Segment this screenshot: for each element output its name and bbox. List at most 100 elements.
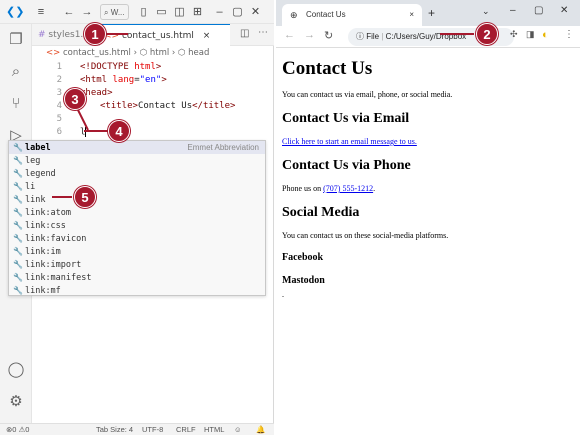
suggestion-item[interactable]: 🔧 leg: [9, 154, 265, 167]
forward-arrow-icon[interactable]: →: [78, 6, 96, 18]
breadcrumb-html[interactable]: html: [150, 48, 169, 58]
code-line-6[interactable]: l: [80, 127, 87, 138]
back-arrow-icon[interactable]: ←: [60, 6, 78, 18]
menu-icon[interactable]: ≡: [32, 6, 50, 18]
callout-3: 3: [64, 88, 86, 110]
vscode-logo-icon: ❮❯: [6, 6, 25, 18]
eol-indicator[interactable]: CRLF: [176, 425, 196, 434]
wrench-icon: 🔧: [13, 156, 23, 165]
breadcrumb: <> contact_us.html › ⬡ html › ⬡ head: [32, 46, 274, 60]
language-indicator[interactable]: HTML: [204, 425, 224, 434]
toggle-sidebar-icon[interactable]: ▯: [135, 5, 153, 18]
maximize-icon[interactable]: ▢: [534, 5, 543, 16]
search-icon: ⌕: [104, 7, 109, 17]
phone-heading: Contact Us via Phone: [282, 158, 411, 173]
code-line-4[interactable]: <title>Contact Us</title>: [100, 101, 235, 111]
suggestion-item[interactable]: 🔧 link:favicon: [9, 232, 265, 245]
chevron-right-icon: ›: [133, 48, 138, 58]
back-arrow-icon[interactable]: ←: [284, 29, 295, 41]
line-number: 4: [56, 101, 62, 111]
suggestion-item[interactable]: 🔧 link:atom: [9, 206, 265, 219]
command-search-label: W...: [110, 7, 125, 17]
tab-contact-us[interactable]: <> contact_us.html ×: [100, 24, 230, 46]
line-number: 3: [56, 88, 62, 98]
callout-4: 4: [108, 120, 130, 142]
encoding-indicator[interactable]: UTF-8: [142, 425, 163, 434]
close-window-icon[interactable]: ✕: [560, 5, 568, 16]
close-tab-icon[interactable]: ×: [409, 4, 414, 26]
settings-gear-icon[interactable]: ⚙: [6, 392, 26, 412]
vscode-titlebar: ❮❯ ≡ ← → ⌕ W... ▯ ▭ ◫ ⊞ – ▢ ✕: [0, 0, 274, 24]
suggestion-item[interactable]: 🔧 link:manifest: [9, 271, 265, 284]
browser-tab[interactable]: ⊕ Contact Us ×: [282, 4, 422, 26]
close-tab-icon[interactable]: ×: [203, 31, 211, 41]
source-control-icon[interactable]: ⑂: [6, 94, 26, 114]
toggle-panel-icon[interactable]: ▭: [153, 5, 171, 18]
mastodon-heading: Mastodon: [282, 275, 325, 286]
problems-indicator[interactable]: ⊗0 ⚠0: [6, 425, 29, 434]
element-icon: ⬡: [178, 48, 186, 58]
browser-window: ⊕ Contact Us × + ⌄ – ▢ ✕ ← → ↻ ⓘ File | …: [276, 0, 580, 435]
email-link[interactable]: Click here to start an email message to …: [282, 137, 417, 146]
url-text: C:/Users/Guy/Dropbox: [385, 32, 467, 41]
wrench-icon: 🔧: [13, 260, 23, 269]
suggestion-item[interactable]: 🔧 label Emmet Abbreviation: [9, 141, 265, 154]
more-actions-icon[interactable]: ⋯: [258, 27, 268, 38]
browser-toolbar: ← → ↻ ⓘ File | C:/Users/Guy/Dropbox ✣ ◨ …: [276, 26, 580, 48]
minimize-icon[interactable]: –: [211, 6, 229, 18]
reload-icon[interactable]: ↻: [324, 29, 333, 42]
accounts-icon[interactable]: ◯: [6, 360, 26, 380]
wrench-icon: 🔧: [13, 195, 23, 204]
browser-menu-icon[interactable]: ⋮: [564, 29, 574, 40]
command-search[interactable]: ⌕ W...: [100, 3, 129, 20]
suggestion-item[interactable]: 🔧 legend: [9, 167, 265, 180]
explorer-icon[interactable]: ❐: [6, 30, 26, 50]
code-line-1[interactable]: <!DOCTYPE html>: [80, 62, 161, 72]
line-number: 6: [56, 127, 62, 137]
breadcrumb-head[interactable]: head: [188, 48, 209, 58]
html-file-icon: <>: [104, 31, 120, 41]
suggestion-item[interactable]: 🔧 link:im: [9, 245, 265, 258]
toggle-secondary-sidebar-icon[interactable]: ◫: [171, 5, 189, 18]
suggestion-item[interactable]: 🔧 link:import: [9, 258, 265, 271]
status-bar: ⊗0 ⚠0 Tab Size: 4 UTF-8 CRLF HTML ☺ 🔔: [0, 423, 274, 435]
browser-tab-strip: ⊕ Contact Us × + ⌄ – ▢ ✕: [276, 0, 580, 26]
callout-2: 2: [476, 23, 498, 45]
profile-avatar-icon[interactable]: ◐: [542, 29, 549, 41]
social-text: You can contact us on these social-media…: [282, 231, 449, 240]
notifications-bell-icon[interactable]: 🔔: [256, 425, 265, 434]
maximize-icon[interactable]: ▢: [229, 5, 247, 18]
suggestion-item[interactable]: 🔧 li: [9, 180, 265, 193]
phone-link[interactable]: (707) 555-1212: [323, 184, 373, 193]
customize-layout-icon[interactable]: ⊞: [189, 5, 207, 18]
wrench-icon: 🔧: [13, 273, 23, 282]
line-number: 5: [56, 114, 62, 124]
tab-search-chevron-icon[interactable]: ⌄: [482, 6, 490, 17]
wrench-icon: 🔧: [13, 221, 23, 230]
wrench-icon: 🔧: [13, 143, 23, 152]
code-line-2[interactable]: <html lang="en">: [80, 75, 167, 85]
wrench-icon: 🔧: [13, 247, 23, 256]
suggestion-item[interactable]: 🔧 link:mf: [9, 284, 265, 296]
forward-arrow-icon[interactable]: →: [304, 29, 315, 41]
search-icon[interactable]: ⌕: [6, 62, 26, 82]
social-heading: Social Media: [282, 205, 360, 220]
text-cursor: [85, 127, 87, 137]
wrench-icon: 🔧: [13, 169, 23, 178]
split-editor-icon[interactable]: ◫: [240, 28, 249, 39]
feedback-icon[interactable]: ☺: [234, 425, 242, 434]
suggestion-item[interactable]: 🔧 link: [9, 193, 265, 206]
element-icon: ⬡: [139, 48, 148, 58]
extensions-puzzle-icon[interactable]: ✣: [510, 29, 518, 40]
close-window-icon[interactable]: ✕: [247, 5, 265, 18]
callout-1: 1: [84, 23, 106, 45]
breadcrumb-file[interactable]: contact_us.html: [63, 48, 131, 58]
new-tab-button[interactable]: +: [428, 6, 435, 20]
tab-size-indicator[interactable]: Tab Size: 4: [96, 425, 133, 434]
side-panel-icon[interactable]: ◨: [526, 29, 535, 40]
suggestion-item[interactable]: 🔧 link:css: [9, 219, 265, 232]
editor-tabs: # styles1.c <> contact_us.html × ◫ ⋯: [32, 24, 274, 46]
line-number: 2: [56, 75, 62, 85]
minimize-icon[interactable]: –: [510, 5, 516, 16]
wrench-icon: 🔧: [13, 234, 23, 243]
